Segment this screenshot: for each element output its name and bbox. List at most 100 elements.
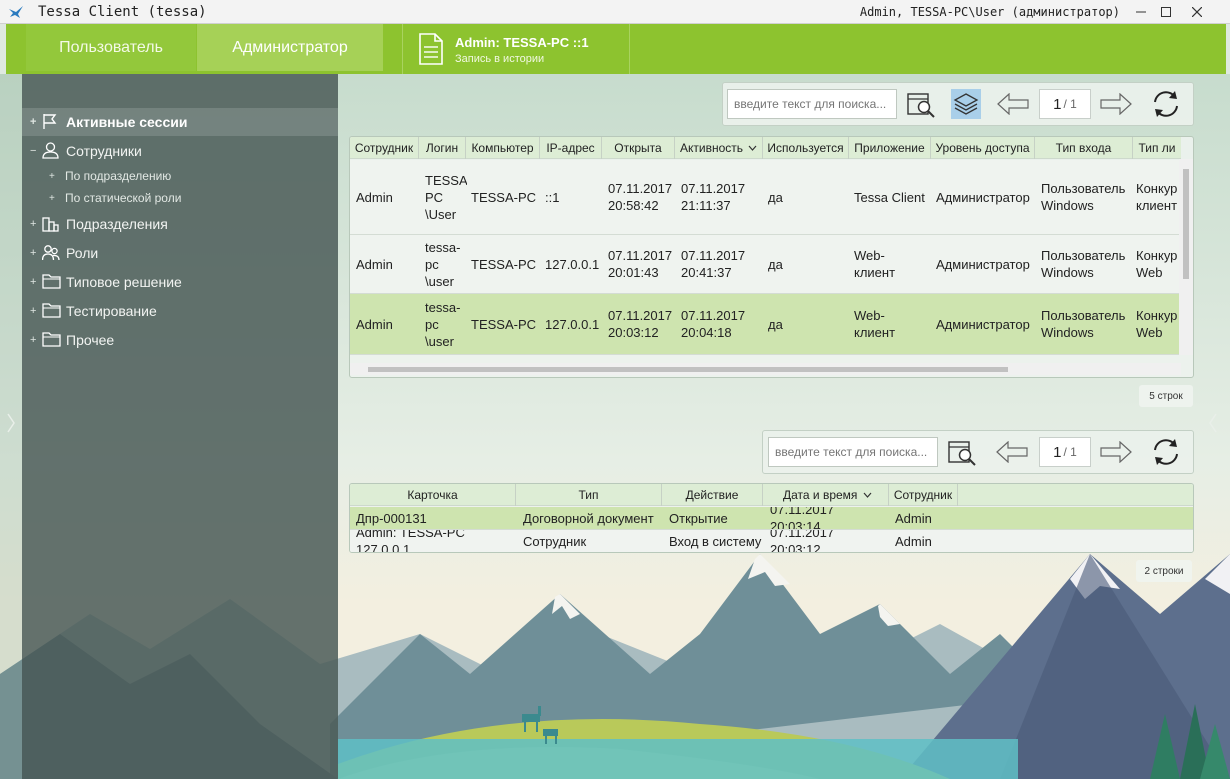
cell-computer: TESSA-PC <box>471 316 537 332</box>
table-row-selected[interactable]: Дпр-000131 Договорной документ Открытие … <box>350 507 1193 530</box>
nav-item-by-department[interactable]: + По подразделению <box>22 165 338 187</box>
cell-in-use: да <box>768 256 783 272</box>
window-titlebar: Tessa Client (tessa) Admin, TESSA-PC\Use… <box>0 0 1230 24</box>
total-pages: / 1 <box>1063 97 1077 111</box>
expander-icon[interactable]: + <box>30 247 38 259</box>
cell-license-type: Конкур клиент <box>1136 181 1178 213</box>
column-header-sorted[interactable]: Дата и время <box>763 484 889 506</box>
cell-application: Tessa Client <box>854 189 925 205</box>
scrollbar-thumb[interactable] <box>1183 169 1189 279</box>
nav-item-employees[interactable]: − Сотрудники <box>22 137 338 165</box>
scrollbar-thumb[interactable] <box>368 367 1008 372</box>
cell-employee: Admin <box>356 316 393 332</box>
tab-administrator[interactable]: Администратор <box>197 24 383 71</box>
cell-employee: Admin <box>356 189 393 205</box>
close-button[interactable] <box>1182 0 1212 24</box>
history-toolbar: 1 / 1 <box>762 430 1194 474</box>
open-card-subtitle: Запись в истории <box>455 53 545 65</box>
history-search-input[interactable] <box>768 437 938 467</box>
cell-computer: TESSA-PC <box>471 256 537 272</box>
table-row-selected[interactable]: Admin tessa- pc \user TESSA-PC 127.0.0.1… <box>350 294 1181 355</box>
column-header[interactable]: Тип ли <box>1133 137 1181 159</box>
chevron-right-icon[interactable] <box>1208 412 1218 434</box>
column-header[interactable]: Компьютер <box>466 137 540 159</box>
column-header[interactable]: Сотрудник <box>889 484 958 506</box>
column-header[interactable]: Тип <box>516 484 662 506</box>
cell-type: Договорной документ <box>523 510 654 526</box>
next-page-button[interactable] <box>1099 89 1133 119</box>
nav-item-by-static-role[interactable]: + По статической роли <box>22 187 338 209</box>
refresh-button[interactable] <box>1147 89 1185 119</box>
search-filter-button[interactable] <box>948 437 978 467</box>
minimize-icon <box>1136 11 1146 13</box>
maximize-button[interactable] <box>1151 0 1181 24</box>
previous-page-button[interactable] <box>995 437 1029 467</box>
refresh-icon <box>1154 91 1178 117</box>
expander-icon[interactable]: + <box>30 305 38 317</box>
history-table: Карточка Тип Действие Дата и время Сотру… <box>349 483 1194 553</box>
expander-icon[interactable]: + <box>30 276 38 288</box>
nav-item-testing[interactable]: + Тестирование <box>22 297 338 325</box>
arrow-right-icon <box>1100 93 1132 115</box>
cell-access-level: Администратор <box>936 189 1030 205</box>
table-row[interactable]: Admin tessa- pc \user TESSA-PC 127.0.0.1… <box>350 235 1181 294</box>
expander-icon[interactable]: + <box>30 116 38 128</box>
expander-icon[interactable]: + <box>30 218 38 230</box>
cell-employee: Admin <box>356 256 393 272</box>
horizontal-scrollbar[interactable] <box>350 363 1181 375</box>
search-filter-button[interactable] <box>907 89 937 119</box>
open-card-title: Admin: TESSA-PC ::1 <box>455 35 589 50</box>
column-header[interactable]: Логин <box>419 137 466 159</box>
nav-label: Типовое решение <box>66 274 182 290</box>
column-header[interactable]: IP-адрес <box>540 137 602 159</box>
nav-label: По подразделению <box>65 169 172 183</box>
tessa-logo-icon <box>9 6 23 18</box>
expander-icon[interactable]: + <box>30 334 38 346</box>
navigation-tree: + Активные сессии − Сотрудники + По подр… <box>22 74 338 779</box>
next-page-button[interactable] <box>1099 437 1133 467</box>
maximize-icon <box>1161 7 1171 17</box>
nav-item-other[interactable]: + Прочее <box>22 326 338 354</box>
nav-label: Сотрудники <box>66 143 142 159</box>
vertical-scrollbar[interactable] <box>1179 159 1193 355</box>
history-page-indicator[interactable]: 1 / 1 <box>1039 437 1091 467</box>
cell-activity: 07.11.2017 20:04:18 <box>681 308 746 340</box>
cell-employee: Admin <box>895 533 932 549</box>
table-row[interactable]: Admin TESSA- PC \User TESSA-PC ::1 07.11… <box>350 160 1181 235</box>
table-row[interactable]: Admin: TESSA-PC 127.0.0.1 Сотрудник Вход… <box>350 530 1193 552</box>
nav-item-departments[interactable]: + Подразделения <box>22 210 338 238</box>
sessions-table: Сотрудник Логин Компьютер IP-адрес Откры… <box>349 136 1194 378</box>
collapse-icon[interactable]: − <box>30 145 38 157</box>
expander-icon[interactable]: + <box>49 193 55 204</box>
column-header[interactable]: Уровень доступа <box>931 137 1035 159</box>
layers-button[interactable] <box>951 89 981 119</box>
close-icon <box>1192 7 1202 17</box>
column-header[interactable]: Сотрудник <box>350 137 419 159</box>
chevron-left-icon[interactable] <box>6 412 16 434</box>
cell-application: Web- клиент <box>854 248 896 280</box>
nav-label: Роли <box>66 245 99 261</box>
refresh-button[interactable] <box>1147 437 1185 467</box>
column-header[interactable]: Карточка <box>350 484 516 506</box>
cell-employee: Admin <box>895 510 932 526</box>
open-card-tab[interactable]: Admin: TESSA-PC ::1 Запись в истории <box>402 24 630 74</box>
expander-icon[interactable]: + <box>49 171 55 182</box>
nav-label: По статической роли <box>65 191 182 205</box>
sessions-page-indicator[interactable]: 1 / 1 <box>1039 89 1091 119</box>
cell-login: tessa- pc \user <box>425 239 461 289</box>
flag-icon <box>43 114 57 129</box>
column-header[interactable]: Тип входа <box>1035 137 1133 159</box>
column-header[interactable]: Приложение <box>849 137 931 159</box>
nav-item-typical-solution[interactable]: + Типовое решение <box>22 268 338 296</box>
sessions-search-input[interactable] <box>727 89 897 119</box>
tab-user[interactable]: Пользователь <box>26 24 196 71</box>
column-header[interactable]: Открыта <box>602 137 675 159</box>
cell-login: tessa- pc \user <box>425 299 461 349</box>
previous-page-button[interactable] <box>996 89 1030 119</box>
search-document-icon <box>948 441 976 466</box>
column-header[interactable]: Используется <box>763 137 849 159</box>
column-header[interactable]: Действие <box>662 484 763 506</box>
column-header-sorted[interactable]: Активность <box>675 137 763 159</box>
nav-item-active-sessions[interactable]: + Активные сессии <box>22 108 338 136</box>
nav-item-roles[interactable]: + Роли <box>22 239 338 267</box>
